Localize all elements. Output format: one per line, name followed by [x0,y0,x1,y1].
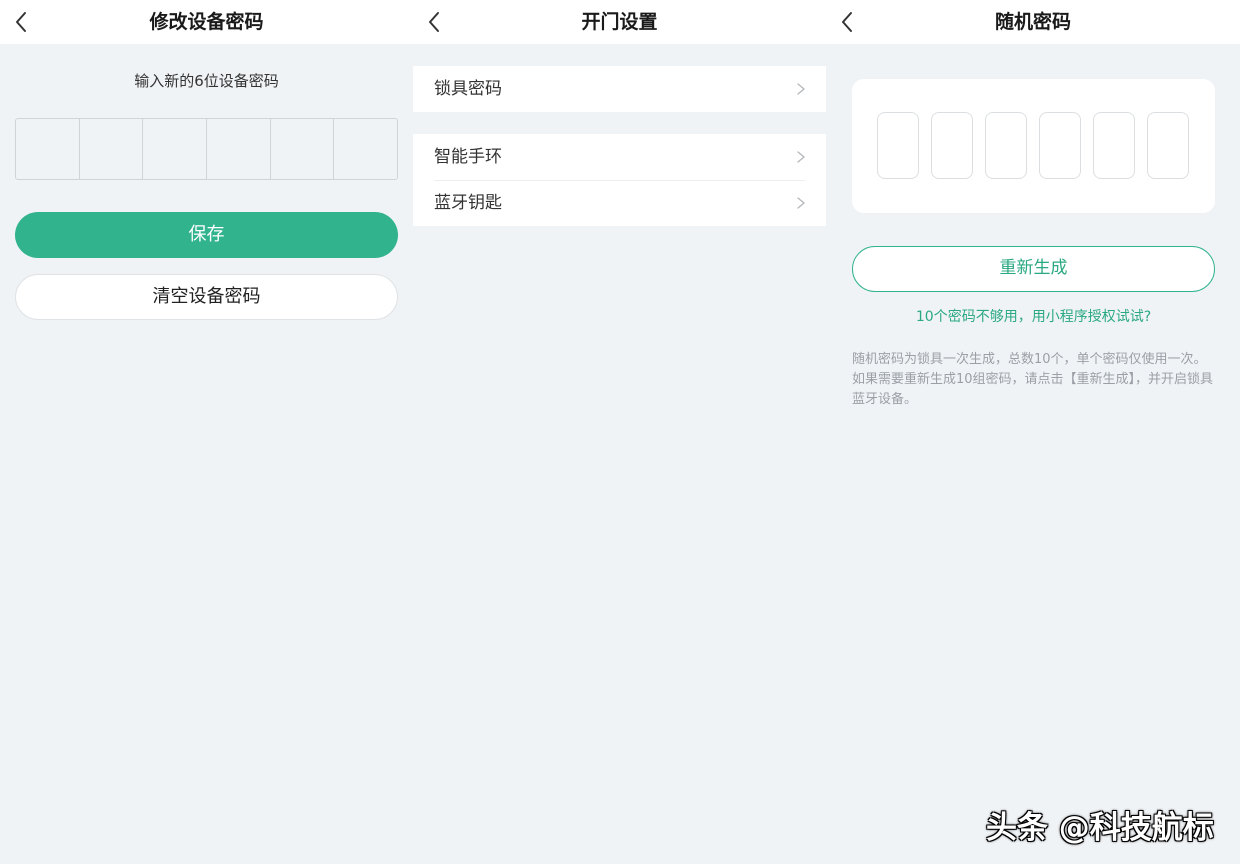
back-chevron-left-icon[interactable] [423,10,447,34]
menu-item-label: 锁具密码 [434,79,502,99]
code-slot [1093,112,1135,179]
pin-digit-box[interactable] [143,119,208,179]
chevron-right-icon [797,151,805,163]
chevron-right-icon [797,197,805,209]
random-code-card [852,79,1215,213]
menu-item-label: 智能手环 [434,147,502,167]
random-password-screen: 随机密码 重新生成 10个密码不够用，用小程序授权试试? 随机密码为锁具一次生成… [826,0,1240,864]
code-slot [931,112,973,179]
pin-digit-box[interactable] [334,119,397,179]
mini-program-link[interactable]: 10个密码不够用，用小程序授权试试? [852,306,1215,326]
code-slot [877,112,919,179]
code-slot [985,112,1027,179]
page-title: 修改设备密码 [149,11,264,33]
pin-digit-box[interactable] [16,119,80,179]
menu-group-devices: 智能手环 蓝牙钥匙 [413,134,826,226]
pin-digit-box[interactable] [271,119,335,179]
chevron-right-icon [797,83,805,95]
watermark: 头条 @科技航标 [986,810,1214,846]
clear-password-button[interactable]: 清空设备密码 [15,274,398,320]
menu-item-lock-password[interactable]: 锁具密码 [413,66,826,112]
password-prompt: 输入新的6位设备密码 [134,72,279,90]
door-open-settings-screen: 开门设置 锁具密码 智能手环 蓝牙钥匙 [413,0,826,864]
change-device-password-screen: 修改设备密码 输入新的6位设备密码 保存 清空设备密码 [0,0,413,864]
page-title: 开门设置 [581,11,658,33]
pin-digit-box[interactable] [80,119,144,179]
menu-item-bluetooth-key[interactable]: 蓝牙钥匙 [413,180,826,226]
header: 开门设置 [413,0,826,44]
back-chevron-left-icon[interactable] [836,10,860,34]
back-chevron-left-icon[interactable] [10,10,34,34]
header: 修改设备密码 [0,0,413,44]
pin-digit-box[interactable] [207,119,271,179]
code-slot [1147,112,1189,179]
regenerate-button[interactable]: 重新生成 [852,246,1215,292]
pin-input[interactable] [15,118,398,180]
header: 随机密码 [826,0,1240,44]
menu-group-lock: 锁具密码 [413,66,826,112]
menu-item-smart-band[interactable]: 智能手环 [413,134,826,180]
random-password-description: 随机密码为锁具一次生成，总数10个，单个密码仅使用一次。如果需要重新生成10组密… [852,352,1214,407]
save-button[interactable]: 保存 [15,212,398,258]
menu-item-label: 蓝牙钥匙 [434,193,502,213]
page-title: 随机密码 [994,11,1071,33]
code-slot [1039,112,1081,179]
